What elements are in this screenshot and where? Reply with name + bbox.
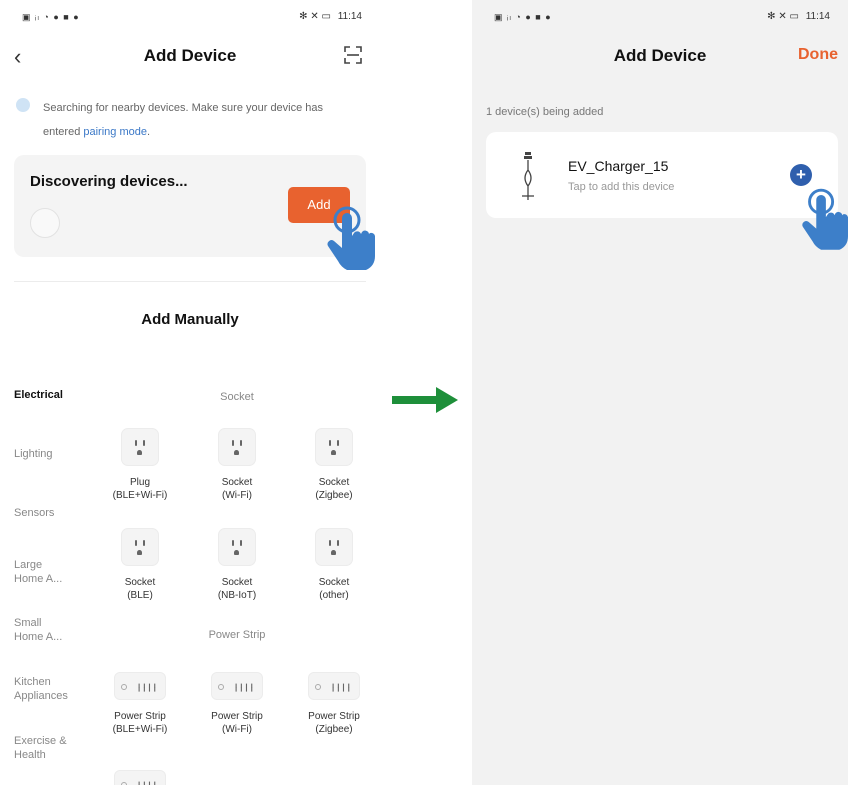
status-time: 11:14 [805, 11, 830, 22]
device-tile[interactable]: ╻╻╻╻ ╹╹╹╹ Power Strip (Zigbee) [292, 672, 376, 736]
category-lighting[interactable]: Lighting [14, 447, 53, 461]
power-strip-icon: ╻╻╻╻╹╹╹╹ [114, 770, 166, 785]
device-label: Socket (NB-IoT) [217, 577, 257, 601]
status-right-icons: ✻ ✕ ▭ [767, 11, 799, 22]
device-tile[interactable]: Socket (Zigbee) [292, 428, 376, 502]
socket-icon [218, 428, 256, 466]
power-strip-icon: ╻╻╻╻╹╹╹╹ [114, 672, 166, 700]
status-bar: ▣ ᵢₗ ◔ ● ■ ● ✻ ✕ ▭ 11:14 [0, 11, 380, 27]
socket-icon [121, 528, 159, 566]
device-tile[interactable]: ╻╻╻╻ ╹╹╹╹ Power Strip (BLE+Wi-Fi) [98, 672, 182, 736]
status-icons: ▣ ᵢₗ ◔ ● ■ ● [494, 12, 552, 22]
device-tile[interactable]: Plug (BLE+Wi-Fi) [98, 428, 182, 502]
device-subtitle: Tap to add this device [568, 181, 675, 193]
done-button[interactable]: Done [798, 46, 838, 64]
category-large-home-appliances[interactable]: Large Home A... [14, 558, 62, 586]
found-device-card[interactable]: EV_Charger_15 Tap to add this device + [486, 132, 838, 218]
device-tile[interactable]: ╻╻╻╻╹╹╹╹ [98, 770, 182, 785]
tap-hand-icon [802, 188, 848, 250]
tip-line-1: Searching for nearby devices. Make sure … [43, 102, 324, 114]
page-title: Add Device [613, 46, 707, 65]
device-label: Socket (Zigbee) [315, 477, 353, 501]
socket-icon [121, 428, 159, 466]
category-electrical[interactable]: Electrical [14, 388, 63, 402]
device-label: Plug (BLE+Wi-Fi) [112, 477, 168, 501]
status-time: 11:14 [337, 11, 362, 22]
device-tile[interactable]: Socket (BLE) [98, 528, 182, 602]
device-label: Socket (Wi-Fi) [221, 477, 253, 501]
status-bar: ▣ ᵢₗ ◔ ● ■ ● ✻ ✕ ▭ 11:14 [472, 11, 848, 27]
scan-icon[interactable] [344, 46, 362, 64]
device-placeholder-icon [30, 208, 60, 238]
device-label: Power Strip (BLE+Wi-Fi) [112, 711, 168, 735]
status-icons: ▣ ᵢₗ ◔ ● ■ ● [22, 12, 80, 22]
page-title: Add Device [143, 46, 237, 65]
device-tile[interactable]: ╻╻╻╻ ╹╹╹╹ Power Strip (Wi-Fi) [195, 672, 279, 736]
tap-hand-icon [327, 206, 375, 270]
searching-icon [16, 98, 30, 112]
status-right-icons: ✻ ✕ ▭ [299, 11, 331, 22]
category-small-home-appliances[interactable]: Small Home A... [14, 616, 62, 644]
ev-charger-icon [522, 152, 534, 200]
discovering-card: Discovering devices... Add [14, 155, 366, 257]
section-power-strip: Power Strip [208, 629, 266, 641]
device-tile[interactable]: Socket (Wi-Fi) [195, 428, 279, 502]
arrow-right-icon [392, 387, 458, 413]
device-tile[interactable]: Socket (other) [292, 528, 376, 602]
divider [14, 281, 366, 282]
power-strip-icon: ╻╻╻╻╹╹╹╹ [308, 672, 360, 700]
right-screen: ▣ ᵢₗ ◔ ● ■ ● ✻ ✕ ▭ 11:14 Add Device Done… [472, 0, 848, 785]
category-kitchen-appliances[interactable]: Kitchen Appliances [14, 675, 68, 703]
section-socket: Socket [220, 391, 254, 403]
left-screen: ▣ ᵢₗ ◔ ● ■ ● ✻ ✕ ▭ 11:14 ‹ Add Device Se… [0, 0, 380, 785]
socket-icon [315, 528, 353, 566]
device-count-text: 1 device(s) being added [486, 106, 604, 118]
device-label: Socket (BLE) [124, 577, 156, 601]
plus-circle-icon[interactable]: + [790, 164, 812, 186]
category-exercise-health[interactable]: Exercise & Health [14, 734, 67, 762]
device-label: Power Strip (Wi-Fi) [211, 711, 263, 735]
power-strip-icon: ╻╻╻╻╹╹╹╹ [211, 672, 263, 700]
add-manually-title: Add Manually [141, 311, 239, 328]
tip-line-2: entered [43, 126, 84, 138]
tip-line-2-end: . [146, 126, 151, 138]
device-tile[interactable]: Socket (NB-IoT) [195, 528, 279, 602]
socket-icon [315, 428, 353, 466]
pairing-mode-link[interactable]: pairing mode [83, 126, 147, 138]
discovering-title: Discovering devices... [30, 173, 188, 190]
socket-icon [218, 528, 256, 566]
device-label: Power Strip (Zigbee) [308, 711, 360, 735]
category-sensors[interactable]: Sensors [14, 506, 54, 520]
device-label: Socket (other) [318, 577, 350, 601]
device-name: EV_Charger_15 [568, 158, 669, 174]
